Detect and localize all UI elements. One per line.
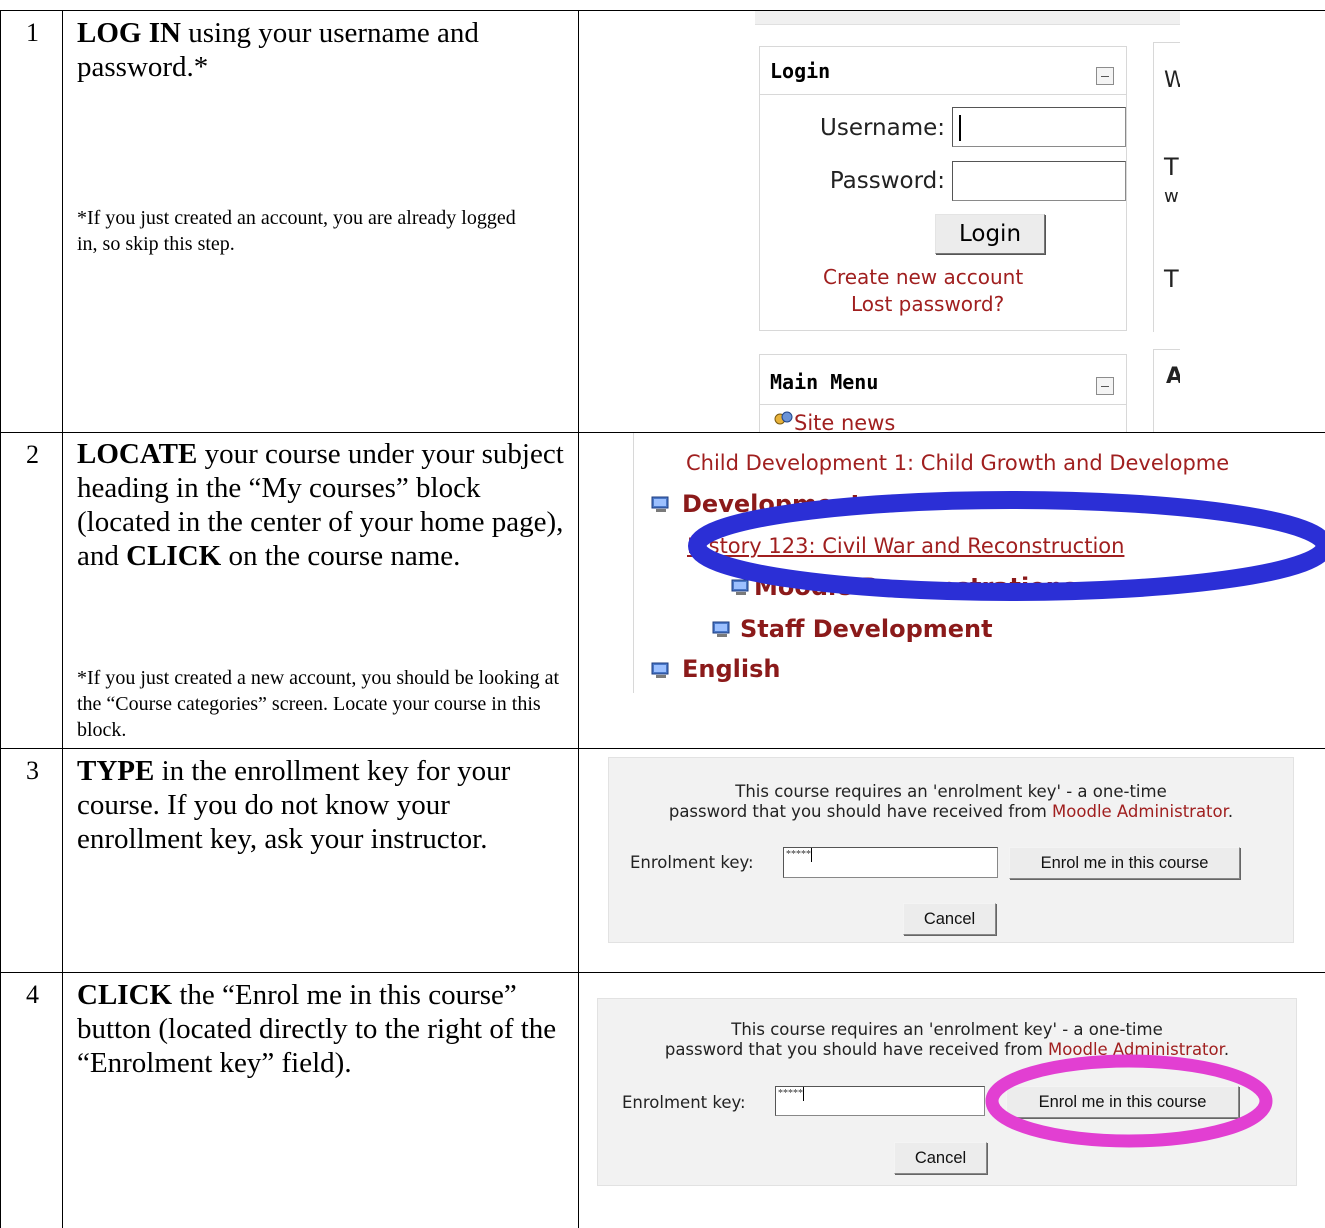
- text-cursor: [811, 848, 812, 862]
- enrol-message-line: password that you should have received f…: [668, 802, 1234, 821]
- password-input[interactable]: [952, 161, 1126, 201]
- table-col-divider-1: [62, 10, 63, 1228]
- enrolment-key-value: *****: [786, 849, 811, 860]
- login-screenshot: Login Username: Password: Login Create n…: [740, 11, 1180, 432]
- center-column-edge: W T w T: [1153, 42, 1180, 332]
- step-instruction: CLICK the “Enrol me in this course” butt…: [77, 978, 577, 1080]
- main-menu-title: Main Menu: [770, 370, 879, 394]
- highlight-ellipse: [688, 491, 1325, 601]
- step-number: 3: [26, 756, 39, 785]
- step-instruction: LOCATE your course under your subject he…: [77, 437, 577, 573]
- table-row-divider-3: [0, 972, 1325, 973]
- cropped-text: A: [1166, 364, 1180, 389]
- enrol-message-line: This course requires an 'enrolment key' …: [735, 782, 1167, 801]
- collapse-icon[interactable]: [1096, 377, 1114, 395]
- cancel-button[interactable]: Cancel: [903, 903, 996, 935]
- cropped-text: W: [1164, 68, 1180, 93]
- collapse-icon[interactable]: [1096, 67, 1114, 85]
- username-label: Username:: [820, 115, 945, 141]
- step-action: LOG IN: [77, 17, 181, 49]
- cropped-text: T: [1164, 153, 1179, 181]
- cropped-text: T: [1164, 265, 1179, 293]
- step-action: TYPE: [77, 755, 155, 787]
- step-number: 2: [26, 440, 39, 469]
- step-instruction: LOG IN using your username and password.…: [77, 16, 577, 84]
- enrolment-key-label: Enrolment key:: [630, 853, 754, 872]
- cropped-text: w: [1164, 186, 1179, 207]
- admin-link[interactable]: Moodle Administrator: [1052, 802, 1228, 821]
- create-account-link[interactable]: Create new account: [823, 265, 1023, 289]
- table-row-divider-2: [0, 748, 1325, 749]
- text-cursor: [959, 115, 961, 141]
- step-action: CLICK: [126, 540, 222, 572]
- main-menu-header: Main Menu: [760, 355, 1126, 405]
- login-block-title: Login: [770, 59, 831, 83]
- step-number: 1: [26, 18, 39, 47]
- login-block-header: Login: [760, 47, 1126, 95]
- main-menu-block: Main Menu Site news: [759, 354, 1127, 432]
- step-note: *If you just created a new account, you …: [77, 667, 560, 741]
- site-news-link[interactable]: Site news: [794, 411, 895, 432]
- center-column-edge: A: [1153, 349, 1180, 432]
- enrol-message: This course requires an 'enrolment key' …: [609, 782, 1293, 822]
- table-col-divider-2: [578, 10, 579, 1228]
- step-instruction: TYPE in the enrollment key for your cour…: [77, 754, 577, 856]
- enrolment-key-input[interactable]: *****: [783, 847, 998, 878]
- top-banner: [755, 11, 1180, 25]
- enrol-panel: This course requires an 'enrolment key' …: [597, 998, 1297, 1186]
- lost-password-link[interactable]: Lost password?: [851, 292, 1004, 316]
- step-number: 4: [26, 980, 39, 1009]
- step-note: *If you just created an account, you are…: [77, 207, 516, 255]
- table-border-left: [0, 10, 1, 1228]
- enrol-button[interactable]: Enrol me in this course: [1009, 847, 1240, 879]
- password-label: Password:: [829, 168, 945, 194]
- step-action: CLICK: [77, 979, 173, 1011]
- course-categories-screenshot: Child Development 1: Child Growth and De…: [633, 433, 1325, 693]
- enrol-panel: This course requires an 'enrolment key' …: [608, 757, 1294, 943]
- login-block: Login Username: Password: Login Create n…: [759, 46, 1127, 331]
- step-action: LOCATE: [77, 438, 198, 470]
- login-button[interactable]: Login: [935, 214, 1045, 254]
- step-text: on the course name.: [221, 540, 461, 572]
- highlight-ellipse: [985, 1054, 1273, 1148]
- news-icon: [774, 411, 793, 425]
- username-input[interactable]: [952, 107, 1126, 147]
